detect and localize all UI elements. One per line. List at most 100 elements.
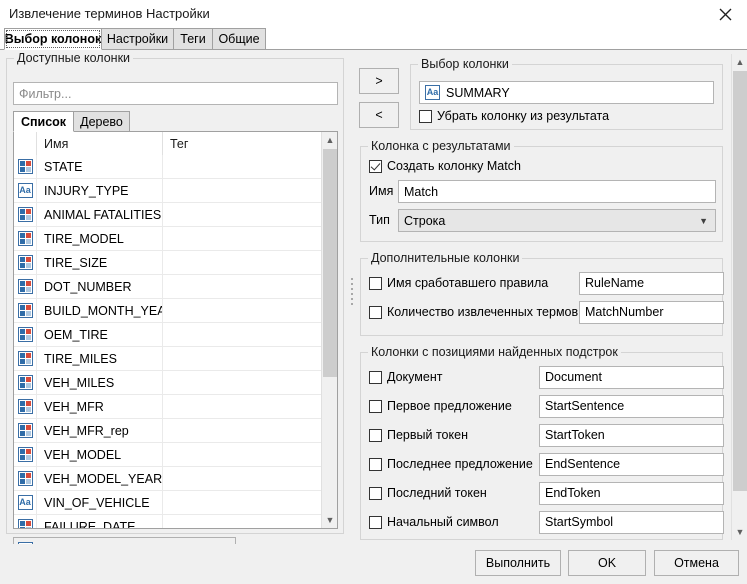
exclude-column-checkbox[interactable]: Убрать колонку из результата	[419, 109, 609, 123]
ok-label: OK	[598, 556, 616, 570]
cancel-button[interactable]: Отмена	[654, 550, 739, 576]
result-type-label: Тип	[369, 213, 390, 227]
checkbox-box	[419, 110, 432, 123]
position-column-row: Первый токенStartToken	[369, 423, 716, 447]
row-name-cell: OEM_TIRE	[37, 323, 163, 347]
table-row[interactable]: BUILD_MONTH_YEAR	[14, 299, 322, 323]
position-column-row: Последний токенEndToken	[369, 481, 716, 505]
table-row[interactable]: OEM_TIRE	[14, 323, 322, 347]
scroll-thumb[interactable]	[323, 149, 337, 377]
remove-column-button[interactable]: <	[359, 102, 399, 128]
rule-name-input[interactable]: RuleName	[579, 272, 724, 295]
rule-name-checkbox[interactable]: Имя сработавшего правила	[369, 276, 529, 290]
position-columns-group: Колонки с позициями найденных подстрок Д…	[360, 352, 723, 540]
scroll-down-icon[interactable]: ▼	[322, 512, 338, 528]
table-row[interactable]: VEH_MILES	[14, 371, 322, 395]
grid-column-icon	[18, 159, 33, 174]
tab-settings[interactable]: Настройки	[101, 28, 174, 50]
ok-button[interactable]: OK	[568, 550, 646, 576]
table-row[interactable]: VEH_MFR_rep	[14, 419, 322, 443]
tab-general[interactable]: Общие	[212, 28, 266, 50]
cancel-label: Отмена	[674, 556, 719, 570]
scroll-up-icon[interactable]: ▲	[732, 54, 747, 70]
row-icon-cell	[14, 419, 37, 443]
scroll-thumb[interactable]	[733, 71, 747, 491]
grid-column-icon	[18, 519, 33, 528]
create-match-checkbox[interactable]: Создать колонку Match	[369, 159, 521, 173]
position-column-row: Последнее предложениеEndSentence	[369, 452, 716, 476]
table-row[interactable]: FAILURE_DATE	[14, 515, 322, 528]
row-icon-cell	[14, 251, 37, 275]
row-name-cell: VEH_MILES	[37, 371, 163, 395]
row-tag-cell	[163, 251, 321, 275]
table-row[interactable]: VEH_MODEL_YEAR	[14, 467, 322, 491]
table-header: Имя Тег	[14, 132, 337, 155]
table-row[interactable]: TIRE_MILES	[14, 347, 322, 371]
position-column-checkbox[interactable]: Последний токен	[369, 486, 529, 500]
grid-column-icon	[18, 447, 33, 462]
position-column-checkbox[interactable]: Документ	[369, 370, 529, 384]
result-name-label: Имя	[369, 184, 393, 198]
header-tag[interactable]: Тег	[163, 132, 321, 155]
subtab-tree[interactable]: Дерево	[73, 111, 130, 132]
right-pane-scrollbar[interactable]: ▲ ▼	[731, 54, 747, 540]
add-column-button[interactable]: >	[359, 68, 399, 94]
position-column-label: Первое предложение	[387, 399, 512, 413]
match-number-checkbox[interactable]: Количество извлеченных термов	[369, 305, 529, 319]
filter-input[interactable]	[13, 82, 338, 105]
position-column-checkbox[interactable]: Первый токен	[369, 428, 529, 442]
columns-table: Имя Тег STATEAaINJURY_TYPEANIMAL FATALIT…	[13, 131, 338, 529]
table-row[interactable]: AaVIN_OF_VEHICLE	[14, 491, 322, 515]
scroll-down-icon[interactable]: ▼	[732, 524, 747, 540]
checkbox-box	[369, 516, 382, 529]
position-column-input[interactable]: EndToken	[539, 482, 724, 505]
tab-label: Теги	[180, 32, 205, 46]
tab-tags[interactable]: Теги	[173, 28, 213, 50]
tab-column-selection[interactable]: Выбор колонок	[4, 28, 102, 50]
table-row[interactable]: VEH_MODEL	[14, 443, 322, 467]
grid-column-icon	[18, 279, 33, 294]
header-name[interactable]: Имя	[37, 132, 163, 155]
position-column-input[interactable]: StartSentence	[539, 395, 724, 418]
pane-splitter[interactable]	[347, 58, 357, 534]
subtab-list[interactable]: Список	[13, 111, 74, 132]
table-row[interactable]: TIRE_MODEL	[14, 227, 322, 251]
chevron-down-icon: ▼	[699, 216, 708, 226]
position-column-label: Первый токен	[387, 428, 468, 442]
match-number-label: Количество извлеченных термов	[387, 305, 578, 319]
position-column-input[interactable]: Document	[539, 366, 724, 389]
row-name-cell: BUILD_MONTH_YEAR	[37, 299, 163, 323]
position-column-checkbox[interactable]: Последнее предложение	[369, 457, 529, 471]
scroll-up-icon[interactable]: ▲	[322, 132, 338, 148]
table-row[interactable]: STATE	[14, 155, 322, 179]
result-name-input[interactable]: Match	[398, 180, 716, 203]
row-icon-cell	[14, 155, 37, 179]
position-column-input[interactable]: EndSentence	[539, 453, 724, 476]
row-tag-cell	[163, 515, 321, 529]
result-type-select[interactable]: Строка ▼	[398, 209, 716, 232]
table-row[interactable]: VEH_MFR	[14, 395, 322, 419]
position-column-input[interactable]: LengthSymbol	[539, 540, 724, 541]
execute-button[interactable]: Выполнить	[475, 550, 561, 576]
position-column-input[interactable]: StartToken	[539, 424, 724, 447]
position-column-checkbox[interactable]: Начальный символ	[369, 515, 529, 529]
close-button[interactable]	[703, 0, 747, 28]
row-icon-cell	[14, 323, 37, 347]
checkbox-box	[369, 306, 382, 319]
table-row[interactable]: AaINJURY_TYPE	[14, 179, 322, 203]
table-row[interactable]: TIRE_SIZE	[14, 251, 322, 275]
row-icon-cell	[14, 227, 37, 251]
row-icon-cell	[14, 515, 37, 529]
selected-column-field[interactable]: Aa SUMMARY	[419, 81, 714, 104]
grid-column-icon	[18, 375, 33, 390]
position-column-checkbox[interactable]: Первое предложение	[369, 399, 529, 413]
table-row[interactable]: ANIMAL FATALITIES	[14, 203, 322, 227]
position-column-input[interactable]: StartSymbol	[539, 511, 724, 534]
columns-list-scrollbar[interactable]: ▲ ▼	[321, 132, 337, 528]
row-name-cell: FAILURE_DATE	[37, 515, 163, 529]
checkbox-box	[369, 371, 382, 384]
grid-column-icon	[18, 231, 33, 246]
row-tag-cell	[163, 491, 321, 515]
match-number-input[interactable]: MatchNumber	[579, 301, 724, 324]
table-row[interactable]: DOT_NUMBER	[14, 275, 322, 299]
